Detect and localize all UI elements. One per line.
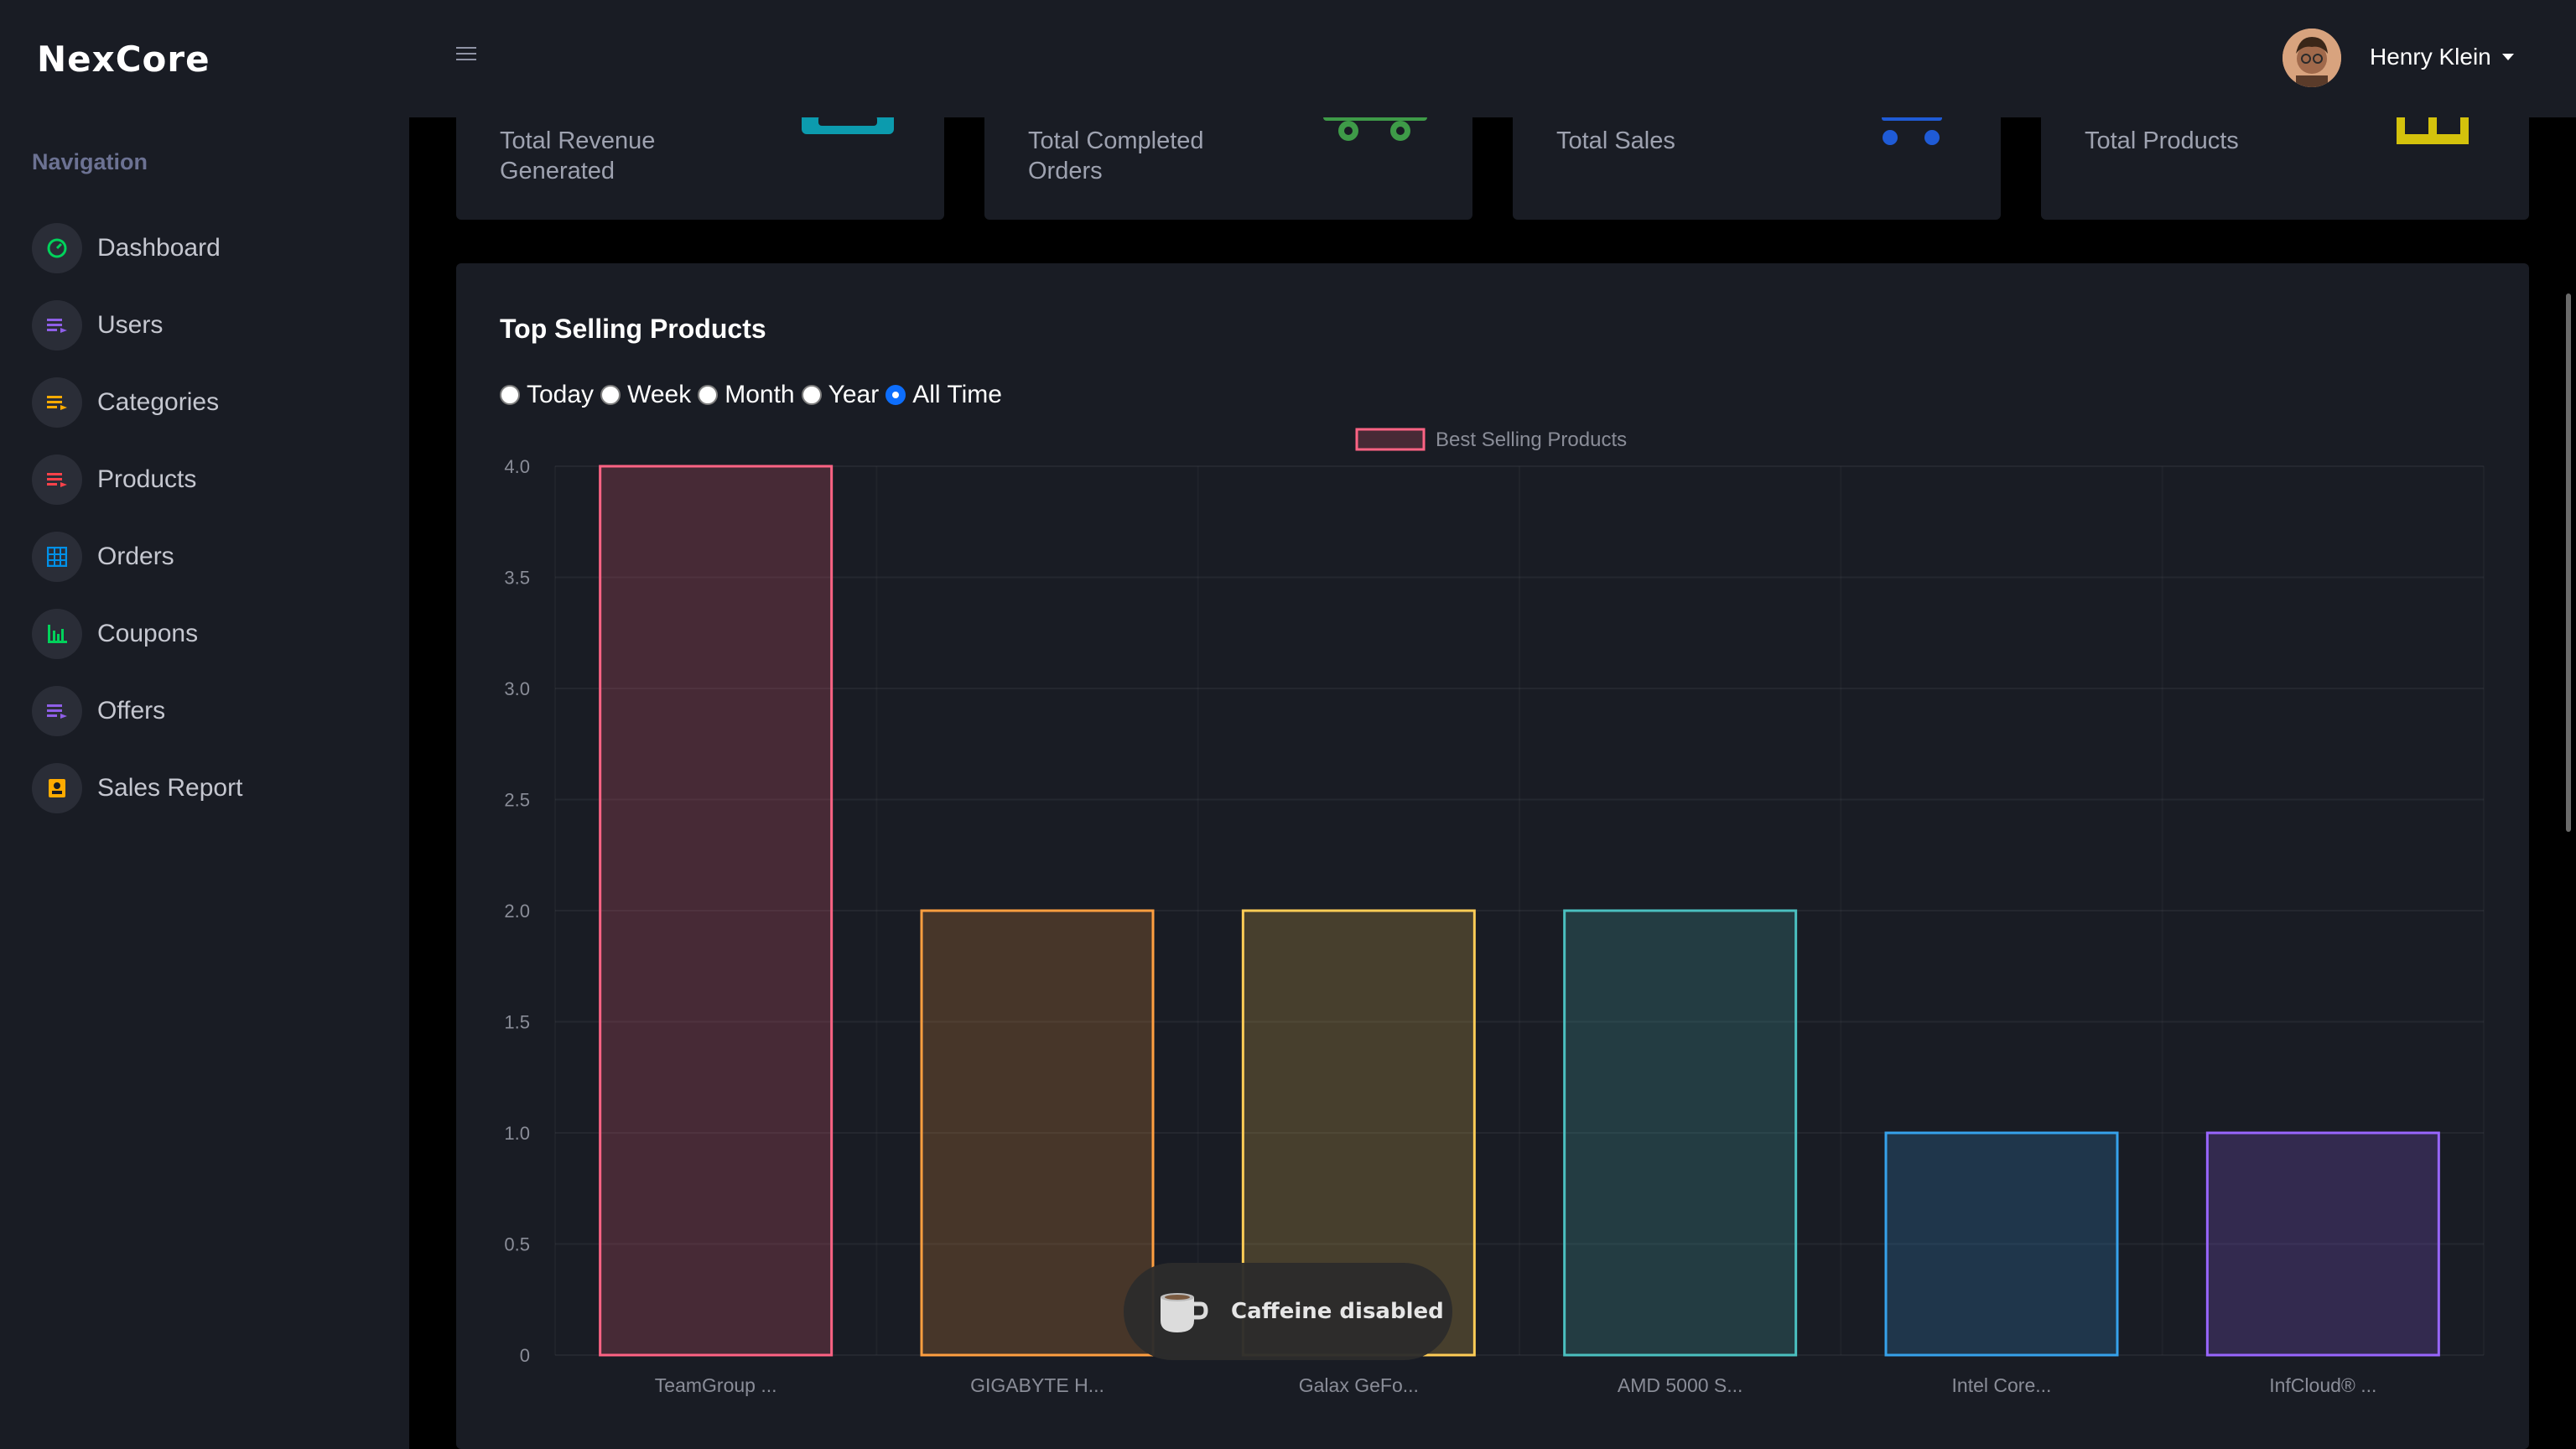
chart-bar — [2205, 1131, 2440, 1357]
legend-label: Best Selling Products — [1436, 428, 1627, 451]
filter-year[interactable]: Year — [801, 381, 880, 409]
top-navbar: Henry Klein — [409, 0, 2576, 117]
filter-today[interactable]: Today — [500, 381, 594, 409]
filter-week[interactable]: Week — [600, 381, 691, 409]
sidebar-item-label: Coupons — [97, 620, 199, 647]
filter-label: Month — [724, 381, 795, 408]
sidebar-item-products[interactable]: Products — [32, 449, 384, 510]
card-title: Top Selling Products — [500, 314, 766, 344]
y-tick-label: 0.5 — [504, 1234, 530, 1255]
y-tick-label: 1.5 — [504, 1012, 530, 1033]
filter-label: Year — [828, 381, 880, 408]
x-tick-label: TeamGroup ... — [655, 1374, 777, 1396]
filter-label: Today — [527, 381, 595, 408]
nav-heading: Navigation — [32, 149, 148, 174]
sidebar-item-label: Categories — [97, 388, 220, 416]
list-icon — [32, 300, 82, 351]
radio-button[interactable] — [801, 385, 822, 405]
radio-button[interactable] — [500, 385, 520, 405]
chart-bar — [1563, 909, 1798, 1357]
y-tick-label: 4.0 — [504, 456, 530, 477]
x-tick-label: GIGABYTE H... — [970, 1374, 1104, 1396]
sidebar-item-sales-report[interactable]: Sales Report — [32, 758, 384, 818]
x-tick-label: Intel Core... — [1952, 1374, 2052, 1396]
y-tick-label: 2.5 — [504, 790, 530, 811]
sidebar-item-orders[interactable]: Orders — [32, 527, 384, 587]
coffee-cup-icon — [1152, 1282, 1211, 1341]
sidebar-item-label: Offers — [97, 697, 166, 724]
page-scrollbar[interactable] — [2566, 293, 2571, 832]
sidebar-item-dashboard[interactable]: Dashboard — [32, 218, 384, 278]
toast-notification: Caffeine disabled — [1124, 1263, 1452, 1360]
stat-label: Total Sales — [1556, 127, 1675, 154]
y-tick-label: 2.0 — [504, 901, 530, 922]
y-tick-label: 1.0 — [504, 1123, 530, 1144]
filter-month[interactable]: Month — [698, 381, 795, 409]
x-tick-label: Galax GeFo... — [1299, 1374, 1419, 1396]
chart-bar-icon — [32, 609, 82, 659]
sidebar-item-label: Users — [97, 311, 164, 339]
x-tick-label: InfCloud® ... — [2269, 1374, 2376, 1396]
sidebar-item-label: Dashboard — [97, 234, 221, 262]
chevron-down-icon[interactable] — [2502, 54, 2514, 60]
sidebar: NexCore Navigation Dashboard Users Categ… — [0, 0, 409, 1449]
y-tick-label: 3.5 — [504, 568, 530, 589]
chart-bar — [1884, 1131, 2119, 1357]
top-selling-products-card: 0 0.5 1.0 1.5 2.0 2.5 3.0 3.5 4.0 TeamGroup ... GI… — [456, 263, 2529, 1449]
radio-button[interactable] — [600, 385, 621, 405]
sidebar-item-coupons[interactable]: Coupons — [32, 604, 384, 664]
stat-label: Total Products — [2085, 127, 2239, 154]
list-icon — [32, 454, 82, 505]
filter-label: Week — [627, 381, 692, 408]
toast-message: Caffeine disabled — [1231, 1299, 1444, 1324]
chart-bar — [920, 909, 1155, 1357]
sidebar-item-label: Sales Report — [97, 774, 243, 802]
brand-logo[interactable]: NexCore — [37, 39, 210, 80]
y-tick-label: 0 — [520, 1345, 530, 1366]
sidebar-item-label: Orders — [97, 543, 174, 570]
filter-all-time[interactable]: All Time — [886, 381, 1002, 409]
chart-bar — [599, 465, 834, 1357]
avatar[interactable] — [2283, 29, 2341, 87]
table-icon — [32, 532, 82, 582]
radio-button-checked[interactable] — [886, 385, 906, 405]
user-name[interactable]: Henry Klein — [2370, 44, 2491, 70]
sidebar-item-offers[interactable]: Offers — [32, 681, 384, 741]
list-icon — [32, 686, 82, 736]
sidebar-item-categories[interactable]: Categories — [32, 372, 384, 433]
sidebar-item-users[interactable]: Users — [32, 295, 384, 356]
x-tick-label: AMD 5000 S... — [1618, 1374, 1743, 1396]
list-icon — [32, 377, 82, 428]
time-filter-group: Today Week Month Year All Time — [500, 381, 1009, 409]
contacts-icon — [32, 763, 82, 813]
stat-label: Total Revenue Generated — [500, 127, 656, 184]
cart-icon — [1878, 114, 1945, 152]
filter-label: All Time — [912, 381, 1002, 408]
sidebar-item-label: Products — [97, 465, 197, 493]
menu-toggle-icon[interactable] — [456, 47, 478, 64]
bar-chart: 0 0.5 1.0 1.5 2.0 2.5 3.0 3.5 4.0 TeamGroup ... GI… — [504, 428, 2484, 1396]
y-tick-label: 3.0 — [504, 678, 530, 699]
legend-swatch — [1355, 428, 1426, 451]
radio-button[interactable] — [698, 385, 719, 405]
speedometer-icon — [32, 223, 82, 273]
stat-label: Total Completed Orders — [1028, 127, 1204, 184]
